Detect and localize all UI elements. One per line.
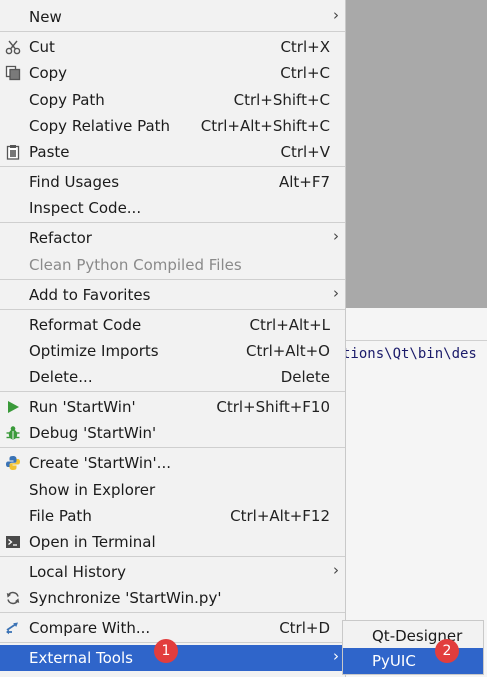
submenu-item-qt-designer[interactable]: Qt-Designer	[343, 623, 483, 649]
menu-item-new[interactable]: New ›	[0, 4, 345, 30]
menu-separator	[0, 166, 345, 167]
scissors-icon	[5, 39, 21, 55]
shortcut-label: Ctrl+Alt+O	[246, 342, 330, 360]
menu-separator	[0, 309, 345, 310]
shortcut-label: Ctrl+X	[280, 38, 330, 56]
menu-item-copy-relative-path[interactable]: Copy Relative Path Ctrl+Alt+Shift+C	[0, 113, 345, 139]
step-badge-2: 2	[435, 639, 459, 663]
menu-item-local-history[interactable]: Local History ›	[0, 559, 345, 585]
menu-item-clean-python: Clean Python Compiled Files	[0, 252, 345, 278]
menu-item-label: Run 'StartWin'	[29, 398, 136, 416]
menu-separator	[0, 556, 345, 557]
menu-item-label: Find Usages	[29, 173, 120, 191]
menu-separator	[0, 279, 345, 280]
menu-item-label: PyUIC	[372, 652, 416, 670]
shortcut-label: Ctrl+Shift+F10	[216, 398, 330, 416]
python-icon	[5, 455, 21, 471]
copy-icon	[5, 65, 21, 81]
menu-item-reformat-code[interactable]: Reformat Code Ctrl+Alt+L	[0, 312, 345, 338]
menu-item-refactor[interactable]: Refactor ›	[0, 225, 345, 251]
menu-item-label: Refactor	[29, 229, 92, 247]
menu-item-run[interactable]: Run 'StartWin' Ctrl+Shift+F10	[0, 394, 345, 420]
menu-item-delete[interactable]: Delete... Delete	[0, 364, 345, 390]
menu-item-label: Cut	[29, 38, 55, 56]
menu-item-label: Show in Explorer	[29, 481, 156, 499]
chevron-right-icon: ›	[333, 647, 339, 665]
chevron-right-icon: ›	[333, 284, 339, 302]
menu-item-compare-with[interactable]: Compare With... Ctrl+D	[0, 615, 345, 641]
external-tools-submenu: Qt-Designer PyUIC	[342, 620, 484, 675]
clipboard-icon	[5, 144, 21, 160]
menu-item-create[interactable]: Create 'StartWin'...	[0, 450, 345, 476]
menu-item-file-path[interactable]: File Path Ctrl+Alt+F12	[0, 503, 345, 529]
compare-arrows-icon	[5, 620, 21, 636]
menu-item-label: Local History	[29, 563, 127, 581]
menu-separator	[0, 222, 345, 223]
menu-item-optimize-imports[interactable]: Optimize Imports Ctrl+Alt+O	[0, 338, 345, 364]
menu-item-show-in-explorer[interactable]: Show in Explorer	[0, 477, 345, 503]
chevron-right-icon: ›	[333, 561, 339, 579]
run-icon	[5, 399, 21, 415]
step-badge-1: 1	[154, 639, 178, 663]
menu-item-label: Create 'StartWin'...	[29, 454, 171, 472]
shortcut-label: Ctrl+Alt+L	[249, 316, 331, 334]
shortcut-label: Ctrl+Alt+Shift+C	[200, 117, 330, 135]
menu-item-label: Copy	[29, 64, 68, 82]
shortcut-label: Ctrl+C	[280, 64, 330, 82]
menu-item-label: Inspect Code...	[29, 199, 142, 217]
menu-item-label: File Path	[29, 507, 92, 525]
menu-item-label: Paste	[29, 143, 70, 161]
menu-item-debug[interactable]: Debug 'StartWin'	[0, 420, 345, 446]
menu-item-label: Clean Python Compiled Files	[29, 256, 242, 274]
menu-item-label: New	[29, 8, 62, 26]
editor-divider	[346, 340, 487, 341]
menu-item-label: Synchronize 'StartWin.py'	[29, 589, 222, 607]
menu-item-label: Copy Path	[29, 91, 105, 109]
menu-item-label: Delete...	[29, 368, 93, 386]
submenu-item-pyuic[interactable]: PyUIC	[343, 648, 483, 674]
menu-item-label: Compare With...	[29, 619, 151, 637]
editor-path-text: tions\Qt\bin\des	[342, 346, 477, 362]
shortcut-label: Ctrl+Alt+F12	[230, 507, 330, 525]
menu-item-label: Optimize Imports	[29, 342, 159, 360]
menu-item-label: Open in Terminal	[29, 533, 156, 551]
menu-item-label: External Tools	[29, 649, 133, 667]
menu-item-label: Copy Relative Path	[29, 117, 171, 135]
debug-bug-icon	[5, 425, 21, 441]
menu-item-find-usages[interactable]: Find Usages Alt+F7	[0, 169, 345, 195]
shortcut-label: Ctrl+Shift+C	[233, 91, 330, 109]
chevron-right-icon: ›	[333, 227, 339, 245]
context-menu: New › Cut Ctrl+X Copy Ctrl+C Copy Path C…	[0, 0, 346, 677]
shortcut-label: Ctrl+D	[279, 619, 330, 637]
shortcut-label: Delete	[280, 368, 330, 386]
menu-item-synchronize[interactable]: Synchronize 'StartWin.py'	[0, 585, 345, 611]
menu-item-label: Reformat Code	[29, 316, 142, 334]
menu-item-inspect-code[interactable]: Inspect Code...	[0, 195, 345, 221]
menu-item-label: Debug 'StartWin'	[29, 424, 157, 442]
menu-item-label: Add to Favorites	[29, 286, 151, 304]
menu-item-copy[interactable]: Copy Ctrl+C	[0, 60, 345, 86]
menu-separator	[0, 31, 345, 32]
menu-item-add-to-favorites[interactable]: Add to Favorites ›	[0, 282, 345, 308]
menu-separator	[0, 612, 345, 613]
sync-icon	[5, 590, 21, 606]
menu-separator	[0, 391, 345, 392]
menu-item-copy-path[interactable]: Copy Path Ctrl+Shift+C	[0, 87, 345, 113]
menu-separator	[0, 447, 345, 448]
menu-item-open-in-terminal[interactable]: Open in Terminal	[0, 529, 345, 555]
chevron-right-icon: ›	[333, 6, 339, 24]
shortcut-label: Alt+F7	[278, 173, 330, 191]
menu-item-paste[interactable]: Paste Ctrl+V	[0, 139, 345, 165]
terminal-icon	[5, 534, 21, 550]
menu-item-cut[interactable]: Cut Ctrl+X	[0, 34, 345, 60]
shortcut-label: Ctrl+V	[280, 143, 330, 161]
